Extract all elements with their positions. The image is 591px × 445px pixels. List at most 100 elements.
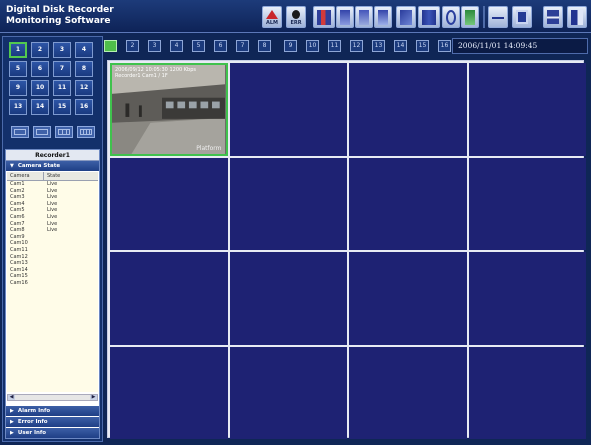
alarm-label: ALM: [265, 20, 279, 26]
channel-button-3[interactable]: 3: [53, 42, 71, 58]
table-row[interactable]: Cam3 Live: [7, 194, 98, 201]
toolbar-divider: [483, 6, 485, 28]
zoom-button[interactable]: [336, 6, 354, 28]
channel-button-16[interactable]: 16: [75, 99, 93, 115]
channel-button-5[interactable]: 5: [9, 61, 27, 77]
table-row[interactable]: Cam5 Live: [7, 207, 98, 214]
recorder-title: Recorder1: [6, 150, 99, 161]
camera-state-cell: Live: [47, 187, 58, 194]
user-info-header[interactable]: ▶ User Info: [6, 428, 99, 438]
video-cell-1[interactable]: 2006/09/12 10:05:30 1200 Kbps Recorder1 C…: [110, 63, 228, 156]
layout-16-button[interactable]: [77, 126, 95, 138]
expand-arrow-icon: ▶: [10, 408, 14, 414]
video-cell-3[interactable]: [349, 63, 467, 156]
control-panel: 1 2 3 4 5 6 7 8 9 10 11 12 13 14 15 16 Recorder1 ▼ Camer…: [2, 36, 103, 442]
layout-9-button[interactable]: [55, 126, 73, 138]
preset-button[interactable]: [396, 6, 416, 28]
alarm-info-header[interactable]: ▶ Alarm Info: [6, 406, 99, 416]
channel-button-13[interactable]: 13: [9, 99, 27, 115]
video-cell-12[interactable]: [468, 252, 586, 345]
scroll-left-icon[interactable]: ◀: [8, 395, 15, 400]
exit-button[interactable]: [567, 6, 587, 28]
scroll-right-icon[interactable]: ▶: [90, 395, 97, 400]
video-cell-10[interactable]: [229, 252, 347, 345]
camera-select-button-2[interactable]: 2: [126, 40, 139, 52]
camera-select-button-8[interactable]: 8: [258, 40, 271, 52]
table-row[interactable]: Cam13: [7, 260, 98, 267]
table-row[interactable]: Cam7 Live: [7, 221, 98, 228]
camera-select-button-6[interactable]: 6: [214, 40, 227, 52]
camera-select-button-3[interactable]: 3: [148, 40, 161, 52]
camera-select-button-12[interactable]: 12: [350, 40, 363, 52]
camera-select-button-14[interactable]: 14: [394, 40, 407, 52]
channel-button-1[interactable]: 1: [9, 42, 27, 58]
table-row[interactable]: Cam8 Live: [7, 227, 98, 234]
video-cell-2[interactable]: [229, 63, 347, 156]
camera-select-button-10[interactable]: 10: [306, 40, 319, 52]
channel-button-10[interactable]: 10: [31, 80, 49, 96]
layout-single-button[interactable]: [33, 126, 51, 138]
video-cell-7[interactable]: [349, 157, 467, 250]
camera-select-button-15[interactable]: 15: [416, 40, 429, 52]
channel-button-14[interactable]: 14: [31, 99, 49, 115]
table-row[interactable]: Cam16: [7, 280, 98, 287]
camera-select-button-9[interactable]: 9: [284, 40, 297, 52]
table-row[interactable]: Cam4 Live: [7, 201, 98, 208]
focus-button[interactable]: [355, 6, 373, 28]
table-row[interactable]: Cam15: [7, 273, 98, 280]
table-row[interactable]: Cam2 Live: [7, 188, 98, 195]
channel-button-15[interactable]: 15: [53, 99, 71, 115]
alarm-button[interactable]: ALM: [262, 6, 282, 28]
video-cell-16[interactable]: [468, 346, 586, 439]
table-row[interactable]: Cam6 Live: [7, 214, 98, 221]
table-row[interactable]: Cam10: [7, 240, 98, 247]
video-cell-13[interactable]: [110, 346, 228, 439]
video-cell-9[interactable]: [110, 252, 228, 345]
camera-name-cell: Cam5: [10, 207, 25, 214]
channel-button-7[interactable]: 7: [53, 61, 71, 77]
brightness-button[interactable]: [374, 6, 392, 28]
table-row[interactable]: Cam11: [7, 247, 98, 254]
table-row[interactable]: Cam14: [7, 267, 98, 274]
collapse-arrow-icon: ▼: [10, 163, 14, 169]
table-row[interactable]: Cam12: [7, 254, 98, 261]
video-cell-6[interactable]: [229, 157, 347, 250]
video-cell-8[interactable]: [468, 157, 586, 250]
camera-select-button-13[interactable]: 13: [372, 40, 385, 52]
camera-select-button-5[interactable]: 5: [192, 40, 205, 52]
video-cell-5[interactable]: [110, 157, 228, 250]
camera-select-button-16[interactable]: 16: [438, 40, 451, 52]
video-cell-15[interactable]: [349, 346, 467, 439]
camera-select-button-4[interactable]: 4: [170, 40, 183, 52]
search-button[interactable]: [442, 6, 460, 28]
error-info-header[interactable]: ▶ Error Info: [6, 417, 99, 427]
error-button[interactable]: ERR: [286, 6, 306, 28]
table-row[interactable]: Cam1 Live: [7, 181, 98, 188]
layout-quad-button[interactable]: [11, 126, 29, 138]
download-button[interactable]: [461, 6, 479, 28]
channel-button-8[interactable]: 8: [75, 61, 93, 77]
channel-button-11[interactable]: 11: [53, 80, 71, 96]
table-row[interactable]: Cam9: [7, 234, 98, 241]
column-camera[interactable]: Camera: [7, 172, 44, 180]
camera-state-header[interactable]: ▼ Camera State: [6, 161, 99, 171]
camera-select-button-7[interactable]: 7: [236, 40, 249, 52]
column-state[interactable]: State: [44, 172, 60, 180]
video-cell-11[interactable]: [349, 252, 467, 345]
camera-control-button[interactable]: [313, 6, 335, 28]
camera-select-button-11[interactable]: 11: [328, 40, 341, 52]
channel-button-4[interactable]: 4: [75, 42, 93, 58]
video-cell-14[interactable]: [229, 346, 347, 439]
channel-button-6[interactable]: 6: [31, 61, 49, 77]
minimize-button[interactable]: [488, 6, 508, 28]
camera-state-cell: [44, 247, 47, 254]
video-cell-4[interactable]: [468, 63, 586, 156]
camera-select-button-1[interactable]: [104, 40, 117, 52]
playback-button[interactable]: [418, 6, 440, 28]
channel-button-12[interactable]: 12: [75, 80, 93, 96]
channel-button-2[interactable]: 2: [31, 42, 49, 58]
setup-button[interactable]: [512, 6, 532, 28]
horizontal-scrollbar[interactable]: ◀ ▶: [7, 394, 98, 401]
channel-button-9[interactable]: 9: [9, 80, 27, 96]
print-button[interactable]: [543, 6, 563, 28]
